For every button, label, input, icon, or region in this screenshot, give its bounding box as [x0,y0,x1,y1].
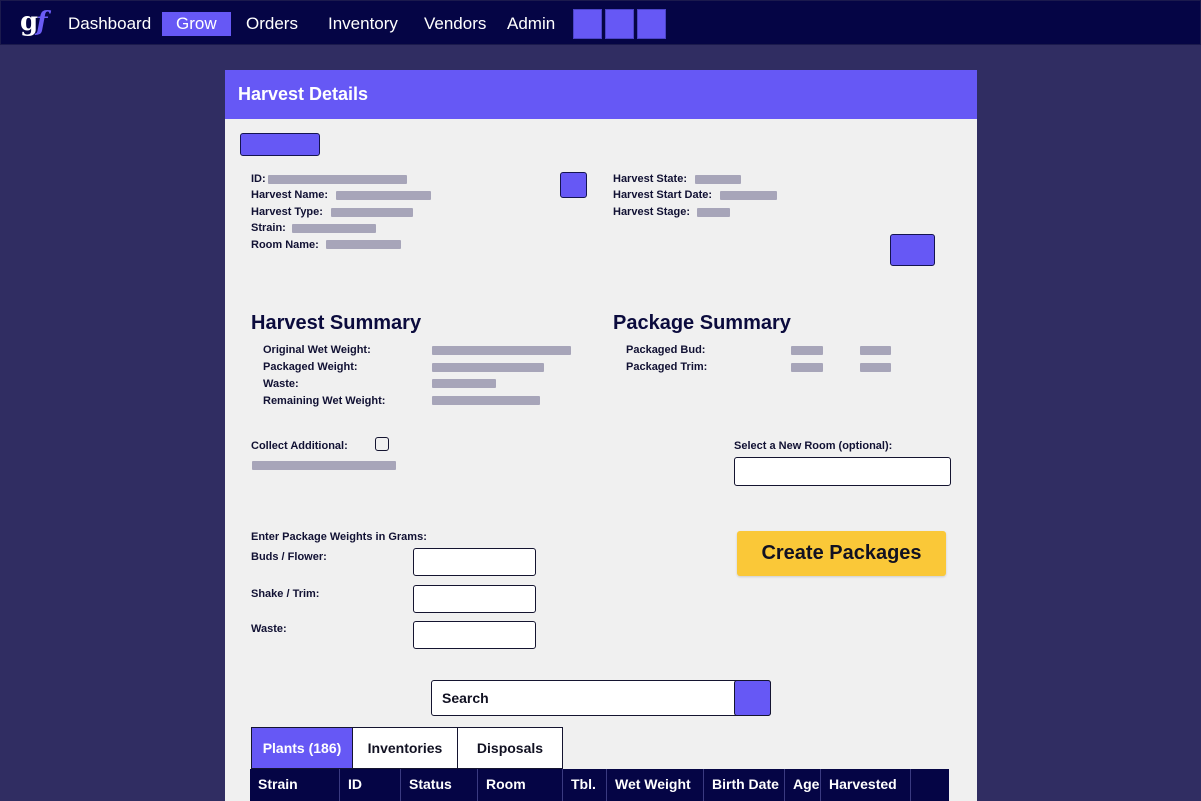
nav-admin[interactable]: Admin [507,12,555,36]
tab-plants[interactable]: Plants (186) [251,727,353,769]
strain-value [292,224,376,233]
create-packages-button[interactable]: Create Packages [737,531,946,576]
tab-inventories[interactable]: Inventories [352,727,458,769]
panel-header: Harvest Details [225,70,977,119]
waste-label: Waste: [263,378,299,390]
harvest-start-date-label: Harvest Start Date: [613,189,713,201]
packaged-trim-value-1 [791,363,823,372]
edit-name-button[interactable] [560,172,587,198]
packaged-weight-label: Packaged Weight: [263,361,358,373]
shake-trim-input[interactable] [413,585,536,613]
nav-vendors[interactable]: Vendors [424,12,486,36]
column-header-birth-date[interactable]: Birth Date [704,769,785,801]
column-header-room[interactable]: Room [478,769,563,801]
waste-weight-input[interactable] [413,621,536,649]
package-weights-heading: Enter Package Weights in Grams: [251,531,427,543]
column-header-status[interactable]: Status [401,769,478,801]
logo-f: f [36,7,47,37]
top-nav-bar: gf Dashboard Grow Orders Inventory Vendo… [0,0,1201,45]
search-button[interactable] [734,680,771,716]
original-wet-weight-label: Original Wet Weight: [263,344,371,356]
back-button[interactable] [240,133,320,156]
page-title: Harvest Details [238,84,369,104]
room-name-value [326,240,401,249]
nav-icon-button-1[interactable] [573,9,602,39]
harvest-start-date-value [720,191,777,200]
buds-flower-input[interactable] [413,548,536,576]
column-header-strain[interactable]: Strain [250,769,340,801]
packaged-weight-value [432,363,544,372]
original-wet-weight-value [432,346,571,355]
room-name-label: Room Name: [251,239,319,251]
collect-additional-value [252,461,396,470]
nav-icon-button-2[interactable] [605,9,634,39]
packaged-trim-value-2 [860,363,891,372]
nav-grow[interactable]: Grow [162,12,231,36]
harvest-name-value [336,191,431,200]
harvest-name-label: Harvest Name: [251,189,329,201]
select-room-input[interactable] [734,457,951,486]
nav-orders[interactable]: Orders [246,12,298,36]
nav-inventory[interactable]: Inventory [328,12,398,36]
nav-icon-button-3[interactable] [637,9,666,39]
harvest-details-panel: Harvest Details ID: Harvest Name: Harves… [225,70,977,801]
column-header-wet-weight[interactable]: Wet Weight [607,769,704,801]
packaged-bud-value-1 [791,346,823,355]
waste-weight-label: Waste: [251,623,287,635]
packaged-bud-label: Packaged Bud: [626,344,706,356]
search-input[interactable]: Search [431,680,771,716]
packaged-trim-label: Packaged Trim: [626,361,708,373]
harvest-stage-label: Harvest Stage: [613,206,691,218]
harvest-action-button[interactable] [890,234,935,266]
table-header: Strain ID Status Room Tbl. Wet Weight Bi… [250,769,949,801]
column-header-actions [911,769,949,801]
harvest-state-label: Harvest State: [613,173,687,185]
search-placeholder: Search [442,690,489,706]
column-header-table[interactable]: Tbl. [563,769,607,801]
id-label: ID: [251,173,266,185]
collect-additional-checkbox[interactable] [375,437,389,451]
strain-label: Strain: [251,222,286,234]
logo-g: g [20,7,38,37]
app-root: gf Dashboard Grow Orders Inventory Vendo… [0,0,1201,801]
remaining-wet-weight-label: Remaining Wet Weight: [263,395,386,407]
remaining-wet-weight-value [432,396,540,405]
packaged-bud-value-2 [860,346,891,355]
collect-additional-label: Collect Additional: [251,440,348,452]
tab-disposals[interactable]: Disposals [457,727,563,769]
harvest-type-value [331,208,413,217]
harvest-summary-title: Harvest Summary [251,312,422,334]
column-header-age[interactable]: Age [785,769,821,801]
harvest-stage-value [697,208,730,217]
nav-dashboard[interactable]: Dashboard [68,12,151,36]
buds-flower-label: Buds / Flower: [251,551,327,563]
logo[interactable]: gf [20,7,47,39]
harvest-type-label: Harvest Type: [251,206,323,218]
select-room-label: Select a New Room (optional): [734,440,893,452]
column-header-harvested[interactable]: Harvested [821,769,911,801]
waste-value [432,379,496,388]
shake-trim-label: Shake / Trim: [251,588,320,600]
harvest-state-value [695,175,741,184]
column-header-id[interactable]: ID [340,769,401,801]
package-summary-title: Package Summary [613,312,791,334]
id-value [268,175,407,184]
